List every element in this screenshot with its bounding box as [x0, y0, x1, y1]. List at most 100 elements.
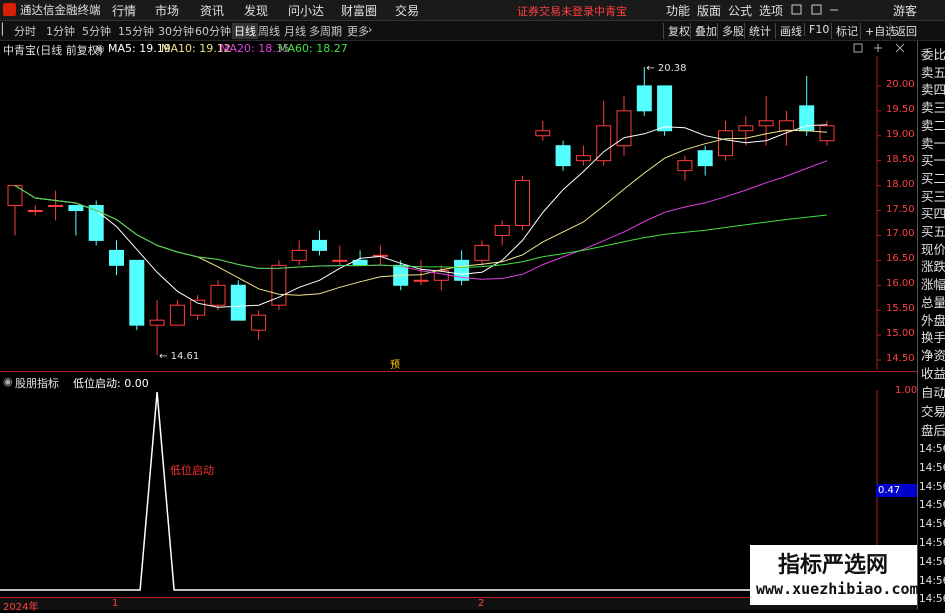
quote-panel-item[interactable]: 卖一	[921, 133, 945, 152]
candle[interactable]	[677, 155, 693, 181]
candle[interactable]	[819, 120, 835, 146]
candle[interactable]	[636, 66, 652, 116]
period-weekly[interactable]: 周线	[258, 23, 280, 39]
candle[interactable]	[758, 95, 774, 146]
quote-panel-item[interactable]: 买一	[921, 150, 945, 169]
candle[interactable]	[515, 175, 530, 231]
quote-panel-item[interactable]: 卖四	[921, 79, 945, 98]
candle[interactable]	[68, 205, 84, 236]
candle[interactable]	[230, 280, 246, 321]
quote-panel-item[interactable]: 14:56	[919, 499, 945, 511]
btn-stats[interactable]: 统计	[744, 23, 771, 39]
period-more[interactable]: 更多	[347, 23, 369, 39]
quote-panel-item[interactable]: 外盘	[921, 310, 945, 329]
period-5min[interactable]: 5分钟	[82, 23, 111, 39]
period-monthly[interactable]: 月线	[284, 23, 306, 39]
candle[interactable]	[778, 110, 794, 146]
menu-discover[interactable]: 发现	[244, 2, 268, 19]
menu-ask[interactable]: 问小达	[288, 2, 324, 19]
quote-panel-item[interactable]: 14:56	[919, 593, 945, 605]
quote-panel-item[interactable]: 买二	[921, 168, 945, 187]
quote-panel-item[interactable]: 14:56	[919, 537, 945, 549]
candle[interactable]	[494, 220, 510, 246]
candle[interactable]	[48, 190, 64, 221]
quote-panel-item[interactable]: 卖五	[921, 62, 945, 81]
indicator-settings-icon[interactable]: ◉	[3, 375, 13, 388]
quote-panel-item[interactable]: 总量	[921, 292, 945, 311]
more-chevron-icon[interactable]: ›	[368, 23, 372, 36]
settings-icon[interactable]: ◉	[95, 42, 105, 55]
quote-panel-item[interactable]: 买五	[921, 221, 945, 240]
candle[interactable]	[535, 120, 551, 141]
btn-overlay[interactable]: 叠加	[690, 23, 717, 39]
quote-panel-item[interactable]: 买四	[921, 203, 945, 222]
btn-mark[interactable]: 标记	[831, 23, 858, 39]
btn-adjust[interactable]: 复权	[663, 23, 690, 39]
quote-panel-item[interactable]: 14:56	[919, 518, 945, 530]
chart-tool-icons[interactable]	[852, 43, 912, 55]
menu-formula[interactable]: 公式	[728, 2, 752, 19]
event-marker[interactable]: 预	[390, 359, 400, 370]
quote-panel-item[interactable]: 涨跌	[921, 256, 945, 275]
candle[interactable]	[332, 245, 348, 266]
quote-panel-item[interactable]: 委比	[921, 44, 945, 63]
quote-panel-item[interactable]: 盘后	[921, 420, 945, 439]
candle[interactable]	[149, 300, 165, 356]
period-30min[interactable]: 30分钟	[158, 23, 194, 39]
menu-wealth[interactable]: 财富圈	[341, 2, 377, 19]
candle[interactable]	[555, 140, 571, 171]
quote-panel-item[interactable]: 14:56	[919, 556, 945, 568]
collapse-icon[interactable]: ▏	[2, 23, 10, 36]
period-multi[interactable]: 多周期	[309, 23, 342, 39]
candle[interactable]	[169, 300, 185, 326]
candle[interactable]	[312, 230, 327, 256]
menu-market[interactable]: 市场	[155, 2, 179, 19]
period-15min[interactable]: 15分钟	[118, 23, 154, 39]
quote-panel-item[interactable]: 买三	[921, 186, 945, 205]
quote-panel-item[interactable]: 收益	[921, 363, 945, 382]
quote-panel-item[interactable]: 14:56	[919, 443, 945, 455]
candlestick-chart[interactable]: ← 20.38 ← 14.61 预	[0, 56, 917, 370]
menu-news[interactable]: 资讯	[200, 2, 224, 19]
candle[interactable]	[129, 259, 145, 331]
quote-panel-item[interactable]: 卖二	[921, 115, 945, 134]
quote-panel-item[interactable]: 现价	[921, 239, 945, 258]
quote-panel-item[interactable]: 自动	[921, 382, 945, 401]
menu-options[interactable]: 选项	[759, 2, 783, 19]
candle[interactable]	[88, 200, 104, 246]
quote-panel-item[interactable]: 涨幅	[921, 274, 945, 293]
btn-f10[interactable]: F10	[804, 23, 829, 36]
candle[interactable]	[799, 75, 815, 136]
btn-back[interactable]: 返回	[890, 23, 917, 39]
quote-panel-item[interactable]: 净资	[921, 345, 945, 364]
candle[interactable]	[109, 240, 124, 276]
menu-trade[interactable]: 交易	[395, 2, 419, 19]
period-daily[interactable]: 日线	[232, 23, 258, 39]
candle[interactable]	[291, 240, 307, 266]
quote-panel-item[interactable]: 14:56	[919, 481, 945, 493]
quote-panel-item[interactable]: 换手	[921, 327, 945, 346]
candle[interactable]	[697, 145, 713, 176]
btn-multistock[interactable]: 多股	[717, 23, 744, 39]
candle[interactable]	[474, 240, 490, 266]
btn-draw[interactable]: 画线	[775, 23, 802, 39]
candle[interactable]	[413, 260, 429, 286]
period-intraday[interactable]: 分时	[14, 23, 36, 39]
candle[interactable]	[738, 115, 754, 146]
candle[interactable]	[27, 205, 43, 216]
candle[interactable]	[251, 310, 267, 341]
candle[interactable]	[372, 245, 388, 266]
user-label[interactable]: 游客	[893, 2, 917, 19]
menu-function[interactable]: 功能	[666, 2, 690, 19]
menu-quotes[interactable]: 行情	[112, 2, 136, 19]
candle[interactable]	[575, 145, 591, 166]
candle[interactable]	[190, 295, 206, 321]
candle[interactable]	[7, 185, 23, 236]
quote-panel-item[interactable]: 卖三	[921, 97, 945, 116]
menu-layout[interactable]: 版面	[697, 2, 721, 19]
candle[interactable]	[616, 95, 632, 156]
quote-panel-item[interactable]: 14:56	[919, 462, 945, 474]
candle[interactable]	[210, 280, 226, 311]
quote-panel-item[interactable]: 交易	[921, 401, 945, 420]
login-warning[interactable]: 证券交易未登录	[517, 3, 594, 19]
